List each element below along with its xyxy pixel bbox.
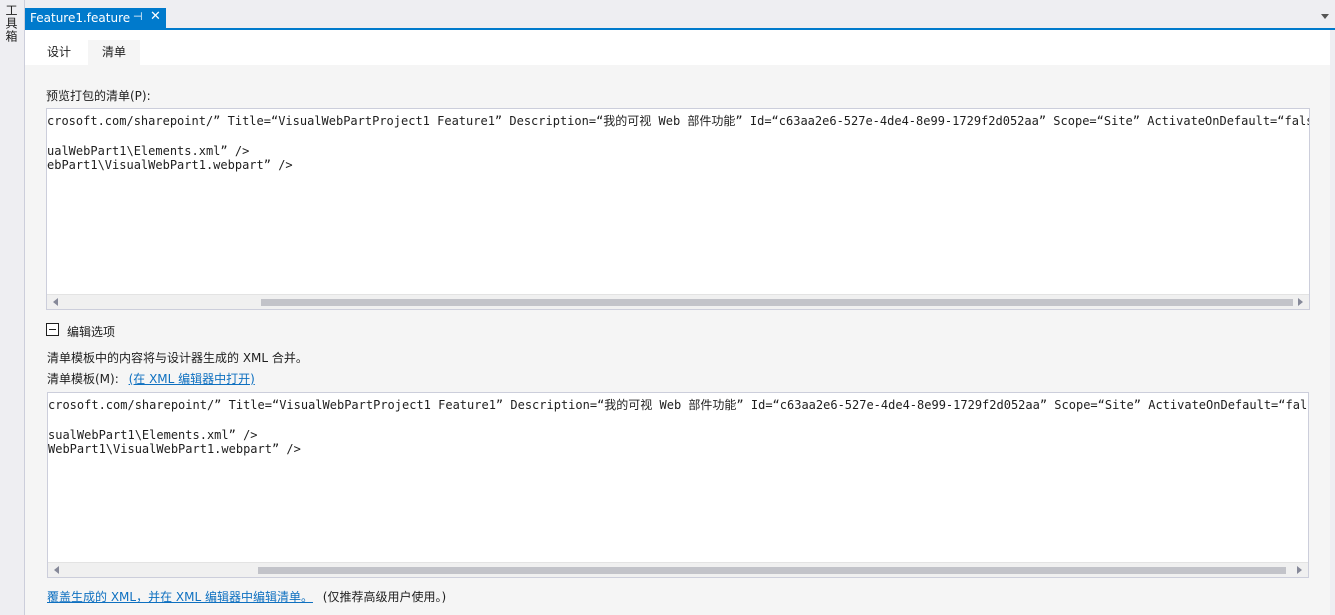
left-tool-strip: 工具箱 (0, 0, 25, 615)
override-xml-link[interactable]: 覆盖生成的 XML，并在 XML 编辑器中编辑清单。 (47, 590, 313, 604)
feature-designer-panel: 设计 清单 预览打包的清单(P): crosoft.com/sharepoint… (25, 30, 1330, 615)
preview-code: crosoft.com/sharepoint/” Title=“VisualWe… (47, 114, 1310, 173)
tab-dropdown-icon[interactable] (1321, 14, 1329, 19)
pin-icon[interactable]: ⊣ (133, 10, 143, 23)
edit-options-title[interactable]: 编辑选项 (67, 323, 115, 340)
tab-manifest[interactable]: 清单 (88, 40, 141, 65)
close-icon[interactable]: ✕ (150, 9, 161, 24)
code-line: ebPart1\VisualWebPart1.webpart” /> (47, 158, 293, 173)
code-line: sualWebPart1\Elements.xml” /> (48, 427, 258, 442)
template-horizontal-scrollbar[interactable] (48, 562, 1308, 577)
edit-options-description: 清单模板中的内容将与设计器生成的 XML 合并。 (47, 351, 308, 365)
code-line: ualWebPart1\Elements.xml” /> (47, 143, 250, 158)
scroll-left-icon[interactable] (53, 298, 58, 306)
template-code: crosoft.com/sharepoint/” Title=“VisualWe… (48, 398, 1309, 457)
manifest-template-editor[interactable]: crosoft.com/sharepoint/” Title=“VisualWe… (47, 392, 1309, 578)
manifest-template-label: 清单模板(M): (47, 372, 119, 386)
preview-horizontal-scrollbar[interactable] (47, 294, 1309, 309)
code-line: crosoft.com/sharepoint/” Title=“VisualWe… (47, 114, 1310, 128)
code-line: crosoft.com/sharepoint/” Title=“VisualWe… (48, 398, 1309, 412)
scroll-right-icon[interactable] (1298, 298, 1303, 306)
document-tab-bar: Feature1.feature ⊣ ✕ (25, 8, 1335, 30)
toolbox-tab[interactable]: 工具箱 (4, 4, 20, 43)
footer-row: 覆盖生成的 XML，并在 XML 编辑器中编辑清单。 (仅推荐高级用户使用。) (47, 588, 446, 605)
open-in-xml-editor-link[interactable]: (在 XML 编辑器中打开) (129, 372, 255, 386)
designer-tab-strip: 设计 清单 (25, 30, 1330, 65)
document-tab-feature1[interactable]: Feature1.feature ⊣ ✕ (25, 8, 166, 28)
scrollbar-thumb[interactable] (261, 299, 1293, 306)
code-line: WebPart1\VisualWebPart1.webpart” /> (48, 442, 301, 457)
scrollbar-thumb[interactable] (258, 567, 1286, 574)
collapse-icon[interactable] (46, 323, 59, 336)
preview-manifest-box[interactable]: crosoft.com/sharepoint/” Title=“VisualWe… (46, 108, 1310, 310)
advanced-users-note: (仅推荐高级用户使用。) (322, 590, 447, 604)
document-tab-title: Feature1.feature (30, 11, 131, 25)
scroll-left-icon[interactable] (54, 566, 59, 574)
tab-design[interactable]: 设计 (33, 40, 85, 65)
preview-manifest-label: 预览打包的清单(P): (46, 89, 151, 103)
scroll-right-icon[interactable] (1297, 566, 1302, 574)
manifest-template-row: 清单模板(M): (在 XML 编辑器中打开) (47, 370, 255, 387)
